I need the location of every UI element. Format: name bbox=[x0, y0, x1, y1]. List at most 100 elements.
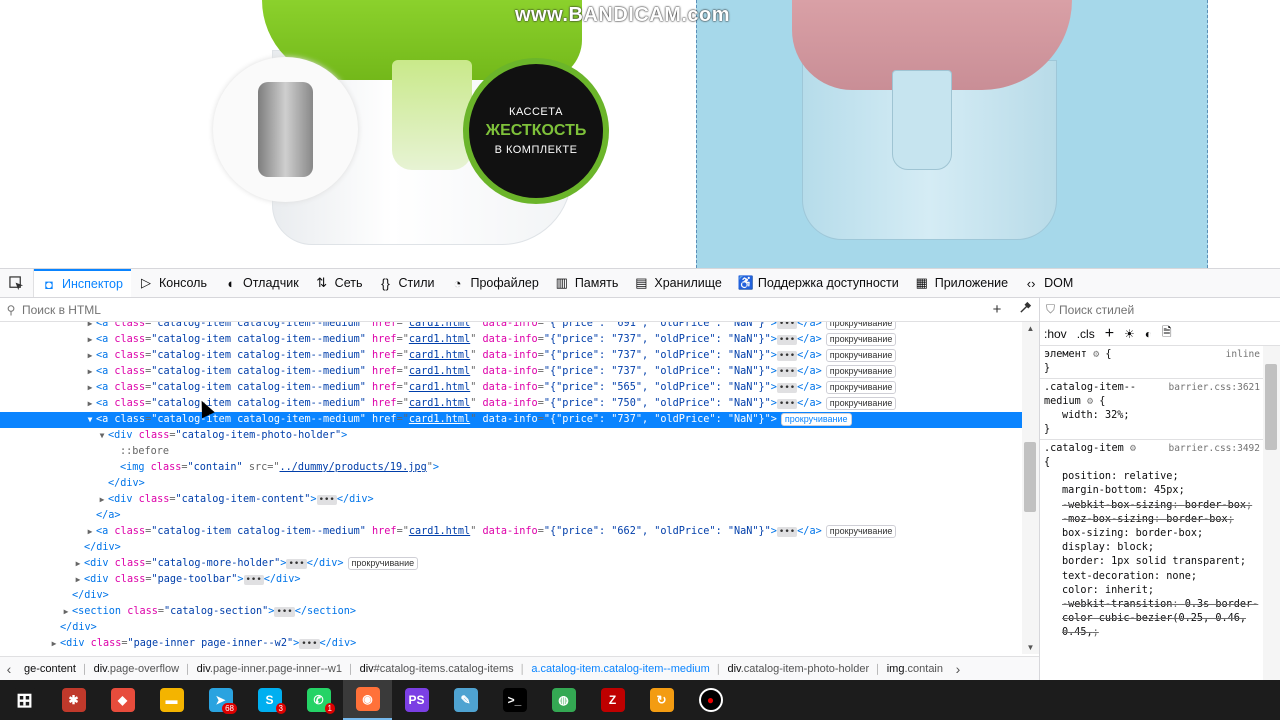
tab-network[interactable]: ⇅ Сеть bbox=[307, 269, 371, 297]
declaration[interactable]: -moz-box-sizing: border-box; bbox=[1044, 513, 1264, 527]
markup-node[interactable]: ▶ <a class="catalog-item catalog-item--me… bbox=[0, 322, 1022, 332]
breadcrumb-item[interactable]: div.catalog-item-photo-holder bbox=[721, 663, 875, 675]
markup-node[interactable]: ▶ <div class="page-inner page-inner--w2">… bbox=[0, 636, 1022, 652]
markup-node[interactable]: ▶ <a class="catalog-item catalog-item--me… bbox=[0, 332, 1022, 348]
expand-ellipsis[interactable]: ••• bbox=[776, 399, 798, 409]
markup-node[interactable]: ▼ <a class="catalog-item catalog-item--me… bbox=[0, 412, 1022, 428]
taskbar-firefox[interactable]: ◉ bbox=[343, 680, 392, 720]
taskbar-whatsapp[interactable]: ✆ 1 bbox=[294, 680, 343, 720]
scroll-badge[interactable]: прокручивание bbox=[825, 349, 897, 362]
markup-node[interactable]: ▶ <div class="catalog-item-content"> ••• </… bbox=[0, 492, 1022, 508]
declaration[interactable]: -webkit-transition: 0.3s border-color cu… bbox=[1044, 598, 1264, 641]
breadcrumb-back-icon[interactable]: ‹ bbox=[0, 661, 18, 677]
class-toggle[interactable]: .cls bbox=[1077, 327, 1095, 341]
html-search-input[interactable]: Поиск в HTML bbox=[22, 303, 101, 317]
twisty-closed-icon[interactable]: ▶ bbox=[84, 322, 96, 332]
twisty-closed-icon[interactable]: ▶ bbox=[84, 396, 96, 412]
tab-accessibility[interactable]: ♿ Поддержка доступности bbox=[730, 269, 907, 297]
scroll-badge[interactable]: прокручивание bbox=[825, 333, 897, 346]
markup-node[interactable]: ▶ <div class="page-toolbar"> ••• </div> bbox=[0, 572, 1022, 588]
taskbar-terminal[interactable]: >_ bbox=[490, 680, 539, 720]
declaration[interactable]: text-decoration: none; bbox=[1044, 570, 1264, 584]
add-node-button[interactable]: + bbox=[983, 301, 1011, 318]
expand-ellipsis[interactable]: ••• bbox=[776, 335, 798, 345]
declaration[interactable]: width: 32%; bbox=[1044, 409, 1264, 423]
taskbar-windows-start[interactable]: ⊞ bbox=[0, 680, 49, 720]
twisty-closed-icon[interactable]: ▶ bbox=[96, 492, 108, 508]
tab-inspector[interactable]: ◘ Инспектор bbox=[34, 269, 131, 297]
declaration[interactable]: color: inherit; bbox=[1044, 584, 1264, 598]
scroll-badge[interactable]: прокручивание bbox=[825, 365, 897, 378]
tab-dom[interactable]: ‹› DOM bbox=[1016, 269, 1081, 297]
markup-node[interactable]: </div> bbox=[0, 540, 1022, 556]
twisty-open-icon[interactable]: ▼ bbox=[84, 412, 96, 428]
taskbar-app-red[interactable]: ✱ bbox=[49, 680, 98, 720]
twisty-closed-icon[interactable]: ▶ bbox=[72, 572, 84, 588]
tab-application[interactable]: ▦ Приложение bbox=[907, 269, 1016, 297]
tab-debugger[interactable]: ◖ Отладчик bbox=[215, 269, 307, 297]
taskbar-file-explorer[interactable]: ▬ bbox=[147, 680, 196, 720]
markup-node[interactable]: ▶<div class="page-inner page-inner--w1">… bbox=[0, 652, 1022, 654]
twisty-open-icon[interactable]: ▼ bbox=[96, 428, 108, 444]
twisty-closed-icon[interactable]: ▶ bbox=[48, 652, 60, 654]
scroll-badge[interactable]: прокручивание bbox=[347, 557, 419, 570]
hover-state-toggle[interactable]: :hov bbox=[1044, 327, 1067, 341]
element-picker-button[interactable] bbox=[0, 269, 34, 297]
rules-scrollbar[interactable] bbox=[1263, 346, 1280, 680]
breadcrumb-item[interactable]: div.page-inner.page-inner--w1 bbox=[191, 663, 348, 675]
expand-ellipsis[interactable]: ••• bbox=[776, 367, 798, 377]
markup-node[interactable]: </a> bbox=[0, 508, 1022, 524]
add-rule-icon[interactable]: + bbox=[1105, 325, 1114, 343]
scroll-badge[interactable]: прокручивание bbox=[825, 525, 897, 538]
tab-memory[interactable]: ▥ Память bbox=[547, 269, 627, 297]
rule-source[interactable]: barrier.css:3621 bbox=[1168, 381, 1260, 395]
expand-ellipsis[interactable]: ••• bbox=[776, 383, 798, 393]
taskbar-notepad[interactable]: ✎ bbox=[441, 680, 490, 720]
twisty-closed-icon[interactable]: ▶ bbox=[72, 556, 84, 572]
markup-node[interactable]: ▶ <section class="catalog-section"> ••• </s… bbox=[0, 604, 1022, 620]
taskbar-bandicam-record[interactable]: ● bbox=[686, 680, 735, 720]
tab-profiler[interactable]: ◔ Профайлер bbox=[443, 269, 547, 297]
declaration[interactable]: border: 1px solid transparent; bbox=[1044, 555, 1264, 569]
gear-icon[interactable]: ⚙ bbox=[1093, 349, 1099, 360]
gear-icon[interactable]: ⚙ bbox=[1087, 396, 1093, 407]
tab-console[interactable]: ▷ Консоль bbox=[131, 269, 215, 297]
markup-node[interactable]: ▶ <a class="catalog-item catalog-item--me… bbox=[0, 348, 1022, 364]
expand-ellipsis[interactable]: ••• bbox=[776, 322, 798, 329]
taskbar-chrome[interactable]: ◍ bbox=[539, 680, 588, 720]
dark-mode-icon[interactable]: ◐ bbox=[1145, 327, 1152, 341]
twisty-closed-icon[interactable]: ▶ bbox=[84, 524, 96, 540]
taskbar-skype[interactable]: S3 bbox=[245, 680, 294, 720]
scroll-thumb[interactable] bbox=[1024, 442, 1036, 512]
gear-icon[interactable]: ⚙ bbox=[1130, 443, 1136, 454]
markup-node[interactable]: </div> bbox=[0, 620, 1022, 636]
twisty-closed-icon[interactable]: ▶ bbox=[60, 604, 72, 620]
scroll-down-icon[interactable]: ▼ bbox=[1022, 643, 1039, 652]
twisty-closed-icon[interactable]: ▶ bbox=[84, 364, 96, 380]
taskbar-phpstorm[interactable]: PS bbox=[392, 680, 441, 720]
scroll-badge[interactable]: прокручивание bbox=[825, 397, 897, 410]
markup-node[interactable]: ▼ <div class="catalog-item-photo-holder"> bbox=[0, 428, 1022, 444]
styles-search-input[interactable]: Поиск стилей bbox=[1059, 303, 1134, 317]
scroll-badge[interactable]: прокручивание bbox=[780, 413, 852, 426]
breadcrumb-item[interactable]: ge-content bbox=[18, 663, 82, 675]
twisty-closed-icon[interactable]: ▶ bbox=[84, 332, 96, 348]
rule-source[interactable]: barrier.css:3492 bbox=[1168, 442, 1260, 456]
declaration[interactable]: display: block; bbox=[1044, 541, 1264, 555]
taskbar-reload-app[interactable]: ↻ bbox=[637, 680, 686, 720]
twisty-closed-icon[interactable]: ▶ bbox=[84, 348, 96, 364]
product-image-right[interactable] bbox=[792, 0, 1092, 255]
markup-node[interactable]: ::before bbox=[0, 444, 1022, 460]
print-media-icon[interactable]: 🗎 bbox=[1162, 323, 1172, 344]
expand-ellipsis[interactable]: ••• bbox=[316, 495, 337, 505]
expand-ellipsis[interactable]: ••• bbox=[299, 639, 320, 649]
taskbar-filezilla[interactable]: Z bbox=[588, 680, 637, 720]
markup-node[interactable]: </div> bbox=[0, 588, 1022, 604]
expand-ellipsis[interactable]: ••• bbox=[243, 575, 264, 585]
twisty-closed-icon[interactable]: ▶ bbox=[48, 636, 60, 652]
declaration[interactable]: box-sizing: border-box; bbox=[1044, 527, 1264, 541]
tab-storage[interactable]: ▤ Хранилище bbox=[626, 269, 730, 297]
expand-ellipsis[interactable]: ••• bbox=[776, 351, 798, 361]
breadcrumb-item[interactable]: div.page-overflow bbox=[88, 663, 185, 675]
eyedropper-button[interactable] bbox=[1011, 301, 1039, 318]
